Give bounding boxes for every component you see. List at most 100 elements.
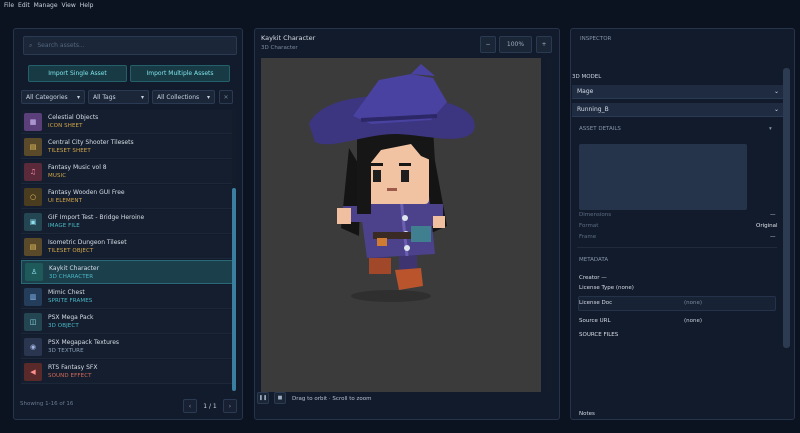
license-doc-label: License Doc — [579, 300, 613, 306]
asset-type: ICON SHEET — [48, 123, 83, 129]
format-label: Format — [579, 223, 599, 229]
inspector-scrollbar[interactable] — [783, 68, 790, 348]
frame-label: Frame — [579, 234, 597, 240]
preview-scrollbar[interactable] — [547, 58, 552, 392]
speaker-icon: ◀ — [24, 362, 42, 381]
asset-name: RTS Fantasy SFX — [48, 364, 98, 371]
asset-name: Mimic Chest — [48, 289, 85, 296]
collection-filter[interactable]: All Collections ▾ — [152, 90, 215, 104]
3d-viewport[interactable] — [261, 58, 541, 392]
collapse-icon[interactable]: ▾ — [769, 126, 772, 132]
notes-label: Notes — [579, 411, 595, 417]
collection-filter-value: All Collections — [157, 93, 200, 101]
model-select[interactable]: Mage ⌄ — [572, 85, 783, 99]
search-icon: ⌕ — [29, 41, 33, 49]
import-multiple-button[interactable]: Import Multiple Assets — [130, 65, 230, 82]
chevron-down-icon: ▾ — [140, 93, 144, 101]
music-note-icon: ♫ — [24, 162, 42, 181]
frame-value: — — [770, 234, 776, 240]
asset-item-text: Isometric Dungeon Tileset TILESET OBJECT — [48, 239, 127, 254]
asset-type: 3D TEXTURE — [48, 348, 84, 354]
menu-bar: File Edit Manage View Help — [0, 0, 800, 11]
chevron-left-icon: ‹ — [188, 402, 192, 410]
asset-type: SOUND EFFECT — [48, 373, 92, 379]
zoom-out-button[interactable]: − — [480, 36, 496, 53]
asset-item-text: PSX Megapack Textures 3D TEXTURE — [48, 339, 119, 354]
asset-type: 3D OBJECT — [48, 323, 79, 329]
asset-item-text: Fantasy Wooden GUI Free UI ELEMENT — [48, 189, 125, 204]
asset-name: Fantasy Music vol 8 — [48, 164, 107, 171]
asset-list-item[interactable]: ◉ PSX Megapack Textures 3D TEXTURE — [21, 335, 233, 359]
asset-name: Central City Shooter Tilesets — [48, 139, 134, 146]
source-url-value: (none) — [684, 318, 703, 324]
menu-edit[interactable]: Edit — [18, 2, 30, 9]
asset-details-heading: ASSET DETAILS — [579, 126, 621, 132]
license-type-label: License Type (none) — [579, 285, 634, 291]
clear-filters-button[interactable]: ✕ — [219, 90, 233, 104]
asset-type: MUSIC — [48, 173, 67, 179]
asset-type: TILESET OBJECT — [48, 248, 94, 254]
asset-list-item[interactable]: ◀ RTS Fantasy SFX SOUND EFFECT — [21, 360, 233, 384]
search-input[interactable] — [37, 42, 218, 49]
asset-item-text: Kaykit Character 3D CHARACTER — [49, 265, 99, 280]
asset-list-item[interactable]: ▤ Isometric Dungeon Tileset TILESET OBJECT — [21, 235, 233, 259]
asset-item-text: RTS Fantasy SFX SOUND EFFECT — [48, 364, 97, 379]
menu-help[interactable]: Help — [80, 2, 94, 9]
asset-type: IMAGE FILE — [48, 223, 80, 229]
license-doc-value: (none) — [684, 300, 703, 306]
import-single-button[interactable]: Import Single Asset — [28, 65, 127, 82]
asset-list-item[interactable]: ○ Fantasy Wooden GUI Free UI ELEMENT — [21, 185, 233, 209]
asset-name: PSX Mega Pack — [48, 314, 94, 321]
stop-button[interactable]: ■ — [274, 392, 286, 404]
asset-list-item[interactable]: ▦ Celestial Objects ICON SHEET — [21, 110, 233, 134]
tag-filter[interactable]: All Tags ▾ — [88, 90, 149, 104]
menu-file[interactable]: File — [4, 2, 14, 9]
menu-view[interactable]: View — [62, 2, 76, 9]
divider — [577, 247, 777, 248]
tiles-icon: ▤ — [24, 237, 42, 256]
asset-list-item[interactable]: ♫ Fantasy Music vol 8 MUSIC — [21, 160, 233, 184]
creator-label: Creator — — [579, 275, 607, 281]
dimensions-value: — — [770, 212, 776, 218]
play-pause-button[interactable]: ❚❚ — [257, 392, 269, 404]
dimensions-label: Dimensions — [579, 212, 612, 218]
asset-list-scrollbar-thumb[interactable] — [232, 188, 236, 391]
menu-manage[interactable]: Manage — [34, 2, 58, 9]
asset-list-item[interactable]: ▣ GIF Import Test - Bridge Heroine IMAGE F… — [21, 210, 233, 234]
asset-item-text: Fantasy Music vol 8 MUSIC — [48, 164, 107, 179]
next-page-button[interactable]: › — [223, 399, 237, 413]
category-filter[interactable]: All Categories ▾ — [21, 90, 85, 104]
asset-library-panel: ⌕ Import Single Asset Import Multiple As… — [13, 28, 243, 420]
asset-item-text: Central City Shooter Tilesets TILESET SHE… — [48, 139, 134, 154]
chevron-right-icon: › — [228, 402, 232, 410]
tiles-icon: ▤ — [24, 137, 42, 156]
prev-page-button[interactable]: ‹ — [183, 399, 197, 413]
tag-filter-value: All Tags — [93, 93, 116, 101]
model-section-label: 3D MODEL — [572, 74, 602, 80]
asset-item-text: Mimic Chest SPRITE FRAMES — [48, 289, 92, 304]
asset-name: PSX Megapack Textures — [48, 339, 120, 346]
metadata-heading: METADATA — [579, 257, 609, 263]
plus-icon: + — [541, 41, 547, 48]
search-box[interactable]: ⌕ — [23, 36, 237, 55]
asset-item-text: PSX Mega Pack 3D OBJECT — [48, 314, 94, 329]
model-select-value: Mage — [577, 88, 594, 95]
asset-list-item[interactable]: ▤ Central City Shooter Tilesets TILESET SH… — [21, 135, 233, 159]
zoom-in-button[interactable]: + — [536, 36, 552, 53]
asset-list-item[interactable]: ♙ Kaykit Character 3D CHARACTER — [21, 260, 233, 284]
character-render — [309, 64, 475, 302]
asset-name: Fantasy Wooden GUI Free — [48, 189, 125, 196]
category-filter-value: All Categories — [26, 93, 68, 101]
asset-list-item[interactable]: ▥ Mimic Chest SPRITE FRAMES — [21, 285, 233, 309]
asset-name: Kaykit Character — [49, 264, 100, 272]
preview-panel: Kaykit Character 3D Character − 100% + ❚… — [254, 28, 560, 420]
asset-thumbnail — [579, 144, 747, 210]
inspector-panel: INSPECTOR 3D MODEL Mage ⌄ Running_B ⌄ AS… — [570, 28, 795, 420]
asset-type: UI ELEMENT — [48, 198, 83, 204]
source-url-label: Source URL — [579, 318, 611, 324]
animation-select[interactable]: Running_B ⌄ — [572, 103, 783, 117]
asset-list-item[interactable]: ◫ PSX Mega Pack 3D OBJECT — [21, 310, 233, 334]
asset-item-text: Celestial Objects ICON SHEET — [48, 114, 98, 129]
cube-icon: ◫ — [24, 312, 42, 331]
asset-type: 3D CHARACTER — [49, 273, 94, 280]
